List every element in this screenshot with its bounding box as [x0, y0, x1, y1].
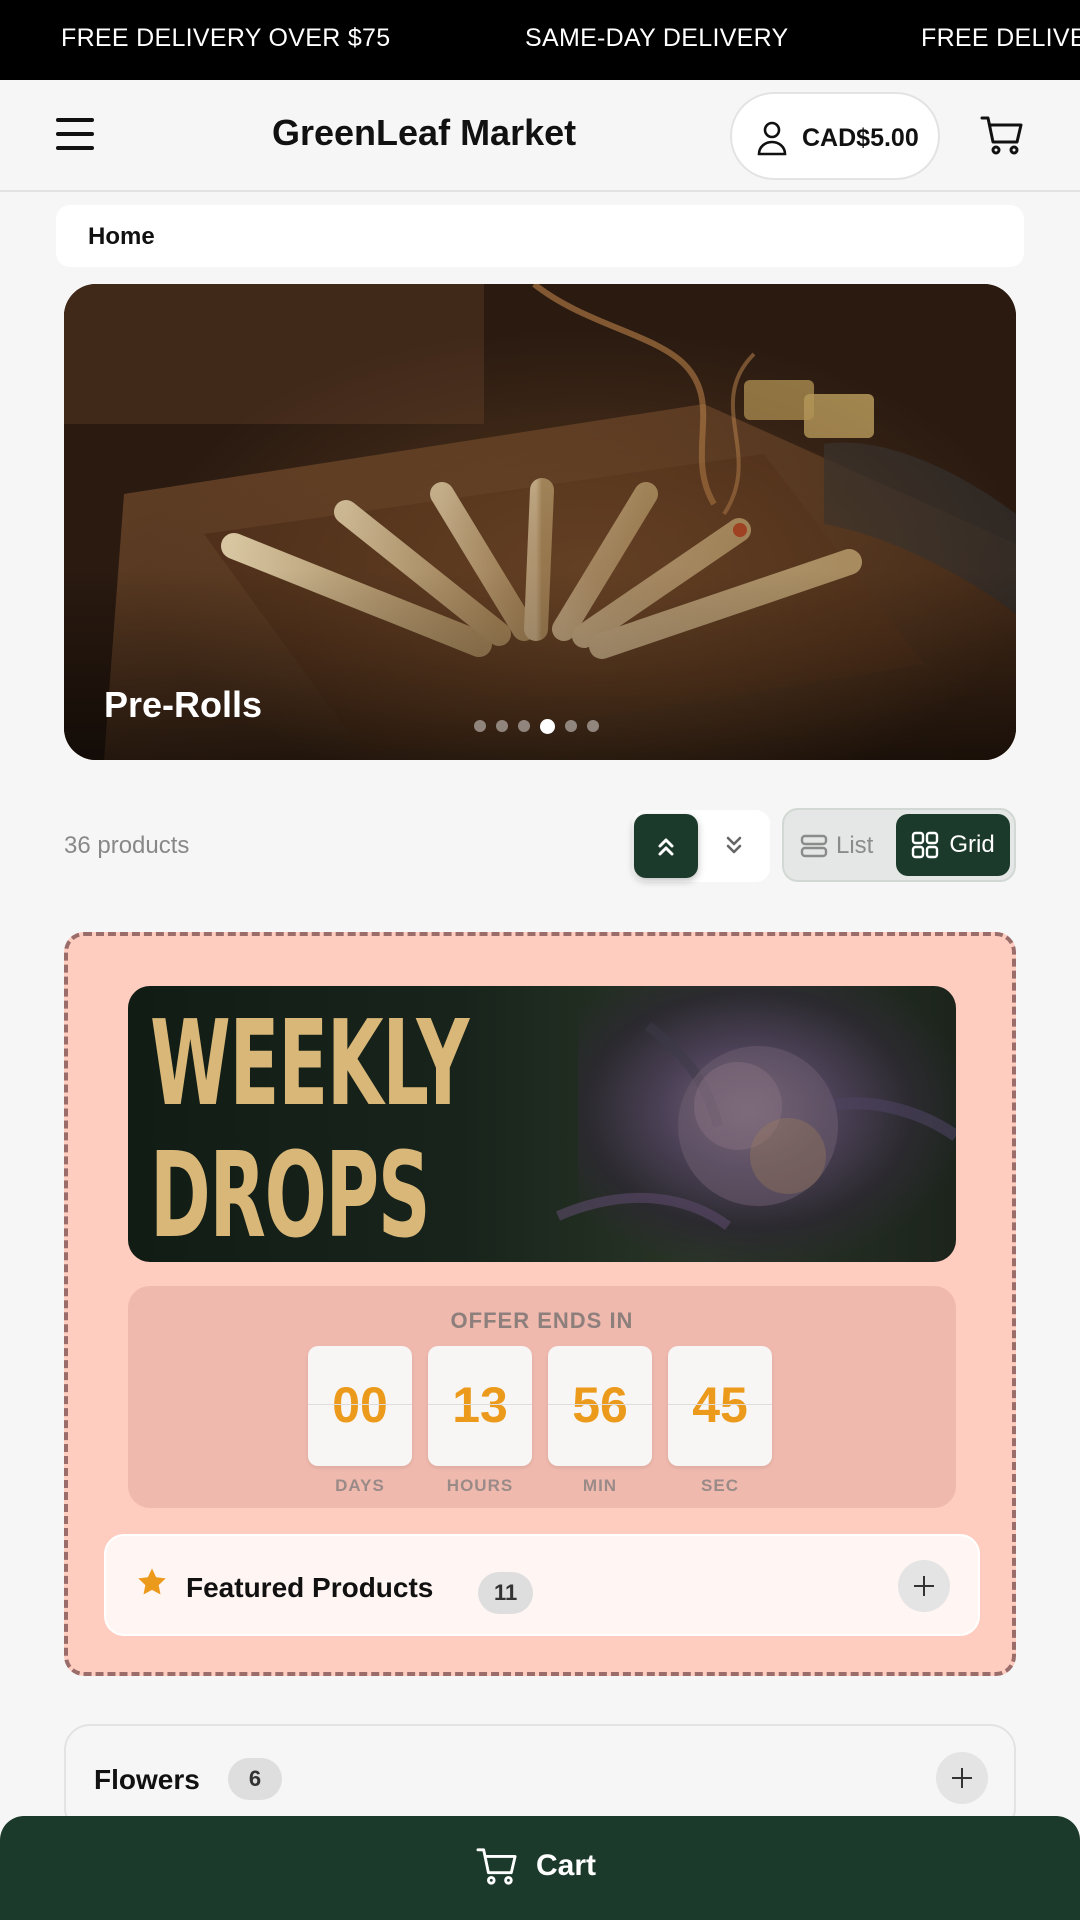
brand-name[interactable]: GreenLeaf Market [272, 112, 576, 154]
collapse-all-button[interactable] [634, 814, 698, 878]
countdown-minutes-unit: MIN [582, 1476, 618, 1495]
cart-icon [476, 1848, 517, 1885]
grid-icon [912, 831, 939, 859]
carousel-dot-active[interactable] [540, 718, 555, 734]
offer-countdown: OFFER ENDS IN 00 DAYS 13 HOURS 56 MIN 45… [128, 1286, 956, 1508]
list-icon [800, 834, 828, 858]
carousel-dot[interactable] [496, 720, 508, 732]
star-icon [138, 1568, 166, 1595]
carousel-dot[interactable] [518, 720, 530, 732]
ticker-item: SAME-DAY DELIVERY [525, 24, 789, 52]
view-toggle: List Grid [782, 808, 1016, 882]
countdown-hours: 13 [428, 1346, 532, 1466]
expand-category-button[interactable] [936, 1752, 988, 1804]
cart-bar-label: Cart [536, 1849, 597, 1882]
expand-all-button[interactable] [702, 814, 766, 878]
countdown-days-unit: DAYS [335, 1476, 385, 1495]
featured-products-count: 11 [478, 1572, 534, 1614]
category-label: Flowers [94, 1764, 200, 1795]
category-count: 6 [228, 1758, 282, 1800]
carousel-dot[interactable] [565, 720, 577, 732]
expand-featured-button[interactable] [898, 1560, 950, 1612]
account-balance-button[interactable]: CAD$5.00 [730, 92, 940, 180]
grid-view-label: Grid [949, 831, 995, 858]
countdown-hours-unit: HOURS [446, 1476, 514, 1495]
featured-products-header[interactable]: Featured Products 11 [104, 1534, 980, 1636]
grid-view-button[interactable]: Grid [896, 814, 1010, 876]
banner-word-weekly: WEEKLY [150, 994, 469, 1132]
cart-icon[interactable] [980, 114, 1024, 161]
ticker-item: FREE DELIVERY OVER $75 [61, 24, 391, 52]
banner-word-drops: DROPS [150, 1126, 431, 1262]
hero-title: Pre-Rolls [104, 684, 263, 725]
countdown-seconds: 45 [668, 1346, 772, 1466]
hero-carousel[interactable]: Pre-Rolls [64, 284, 1016, 760]
countdown-seconds-value: 45 [692, 1377, 748, 1433]
weekly-drops-banner[interactable]: WEEKLY DROPS [128, 986, 956, 1262]
double-chevron-up-icon [658, 838, 674, 856]
weekly-drops-promo: WEEKLY DROPS OFFER ENDS IN 00 DAYS 13 HO… [64, 932, 1016, 1676]
account-balance: CAD$5.00 [802, 124, 919, 152]
user-icon [757, 121, 787, 156]
featured-products-label: Featured Products [186, 1572, 434, 1603]
carousel-dot[interactable] [587, 720, 599, 732]
cart-bar[interactable]: Cart [0, 1816, 1080, 1920]
breadcrumb-home[interactable]: Home [88, 223, 155, 251]
breadcrumb: Home [56, 205, 1024, 267]
collapse-expand-group [632, 810, 770, 882]
menu-icon[interactable] [56, 118, 94, 152]
carousel-dot[interactable] [474, 720, 486, 732]
countdown-minutes: 56 [548, 1346, 652, 1466]
countdown-hours-value: 13 [452, 1377, 508, 1433]
announcement-ticker: FREE DELIVERY OVER $75 SAME-DAY DELIVERY… [0, 0, 1080, 80]
countdown-minutes-value: 56 [572, 1377, 628, 1433]
list-view-label: List [836, 832, 874, 859]
double-chevron-down-icon [726, 836, 742, 854]
list-view-button[interactable]: List [800, 824, 873, 868]
countdown-seconds-unit: SEC [701, 1476, 739, 1495]
countdown-days: 00 [308, 1346, 412, 1466]
carousel-dots [474, 718, 599, 734]
ticker-item: FREE DELIVE [921, 24, 1080, 52]
site-header: GreenLeaf Market CAD$5.00 [0, 80, 1080, 192]
countdown-label: OFFER ENDS IN [450, 1308, 634, 1333]
product-count: 36 products [64, 832, 190, 859]
countdown-days-value: 00 [332, 1377, 388, 1433]
